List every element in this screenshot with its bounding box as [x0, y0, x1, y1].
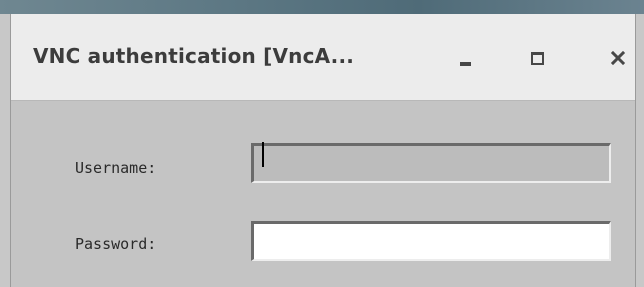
vnc-auth-dialog: VNC authentication [VncA... Username: Pa… [10, 14, 636, 287]
minimize-button[interactable] [447, 38, 483, 78]
desktop-background [0, 0, 644, 14]
password-field[interactable] [251, 221, 611, 261]
maximize-button[interactable] [519, 38, 555, 78]
maximize-icon [530, 51, 544, 65]
window-title: VNC authentication [VncA... [33, 44, 355, 68]
title-bar[interactable]: VNC authentication [VncA... [11, 14, 635, 101]
password-label: Password: [75, 235, 157, 253]
close-button[interactable] [600, 38, 636, 78]
text-cursor [262, 142, 264, 167]
username-label: Username: [75, 159, 157, 177]
close-icon [611, 51, 625, 65]
dialog-body: Username: Password: [11, 101, 635, 287]
minimize-icon [459, 62, 471, 66]
username-field[interactable] [251, 143, 611, 183]
